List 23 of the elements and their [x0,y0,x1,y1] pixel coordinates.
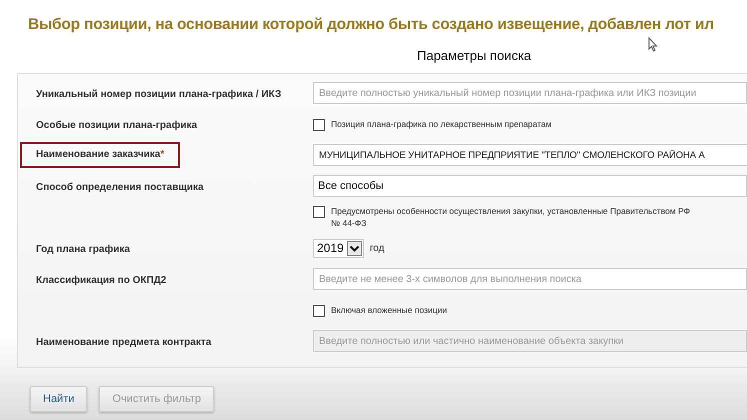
text-field[interactable]: Введите не менее 3-х символов для выполнения поиска [313,268,747,290]
year-dropdown[interactable]: 2019 [313,238,364,258]
checkbox-label: Включая вложенные позиции [331,304,448,316]
field-label: Год плана графика [36,244,130,256]
dropdown-field[interactable]: Все способы [313,175,747,197]
field-label: Наименование заказчика* [20,142,180,168]
checkbox-label: Позиция плана-графика по лекарственным препаратам [331,118,552,130]
field-label: Наименование предмета контракта [36,337,212,349]
field-label: Уникальный номер позиции плана-графика / ИКЗ [36,89,282,101]
field-label: Особые позиции плана-графика [36,120,198,132]
checkbox[interactable] [313,118,325,130]
action-button[interactable]: Найти [30,386,88,412]
field-label: Классификация по ОКПД2 [36,275,166,287]
checkbox-label: Предусмотрены особенности осуществления закупки, установленные Правительством РФ № 44-ФЗ [331,205,690,229]
page-title: Выбор позиции, на основании которой должно быть создано извещение, добавлен лот ил [27,15,715,34]
text-field[interactable]: Введите полностью уникальный номер позиции плана-графика или ИКЗ позиции [313,82,747,104]
chevron-down-icon [346,240,362,256]
mouse-pointer-icon [648,37,658,52]
checkbox[interactable] [313,304,325,316]
section-title: Параметры поиска [417,48,532,63]
year-suffix: год [370,242,384,254]
checkbox[interactable] [313,206,325,218]
field-label: Способ определения поставщика [36,182,204,194]
